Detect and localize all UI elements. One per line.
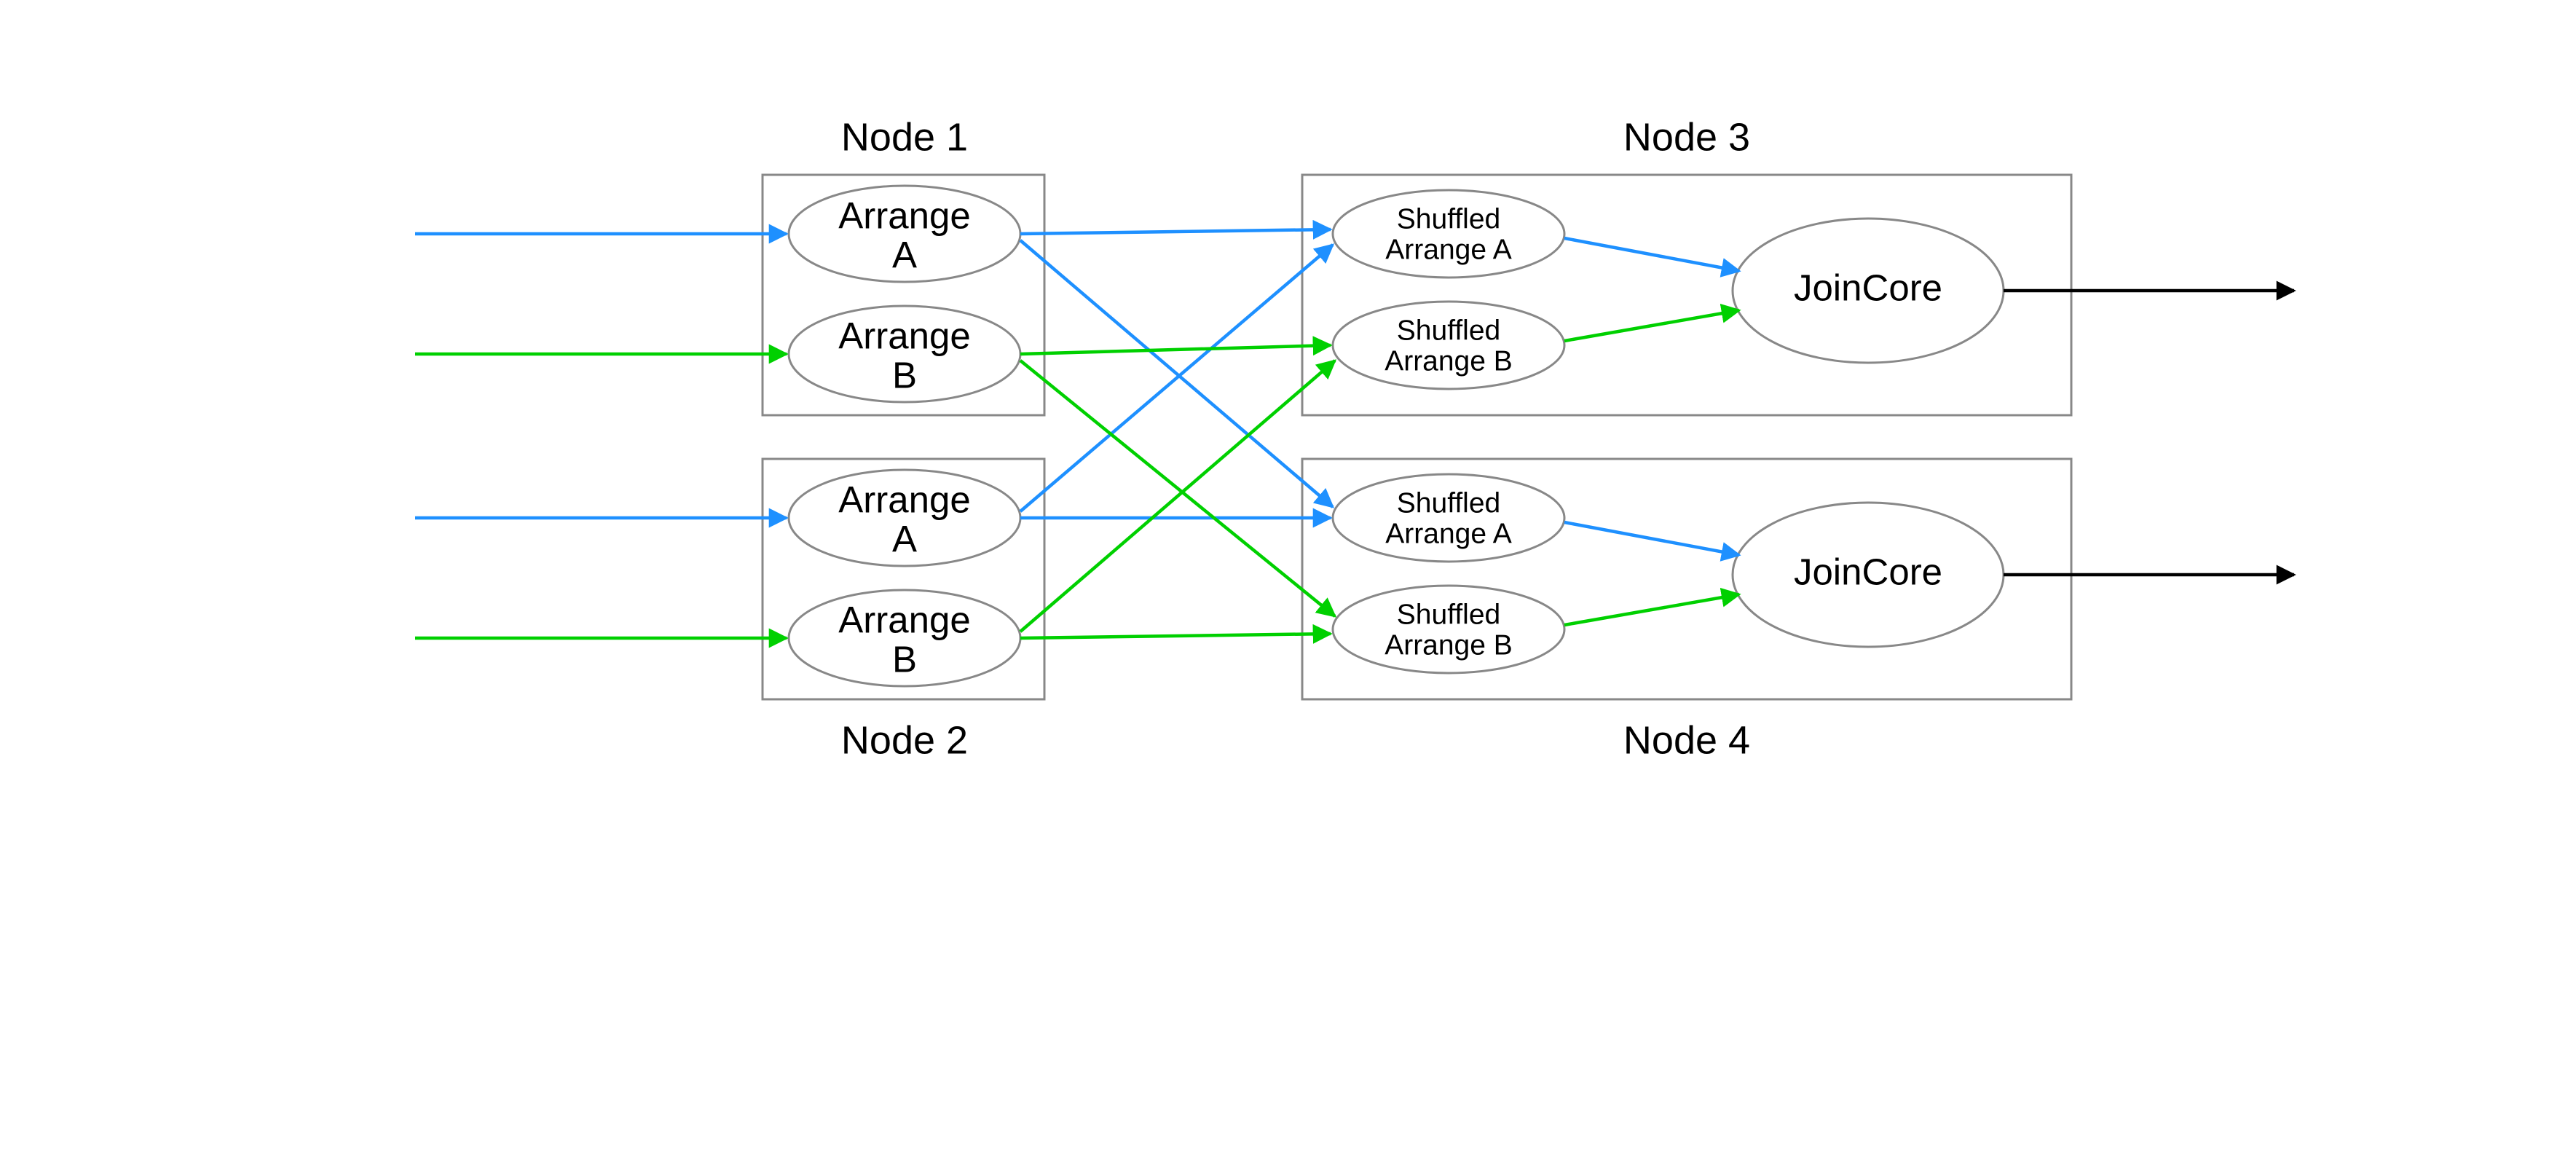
shuffle-b-n2-n3 xyxy=(1020,361,1335,632)
node-2: Node 2 Arrange A Arrange B xyxy=(763,459,1044,762)
sb-to-join-n3 xyxy=(1564,310,1739,341)
shuffled-arrange-a-node3: Shuffled Arrange A xyxy=(1333,190,1564,278)
svg-text:Shuffled: Shuffled xyxy=(1397,487,1500,519)
node-2-title: Node 2 xyxy=(841,718,968,762)
joincore-label-4: JoinCore xyxy=(1794,551,1942,592)
sa-to-join-n3 xyxy=(1564,238,1739,271)
arrange-b-node2: Arrange B xyxy=(789,590,1020,686)
joincore-label-3: JoinCore xyxy=(1794,267,1942,308)
svg-text:Arrange B: Arrange B xyxy=(1384,345,1513,377)
arrange-a-label-1: Arrange xyxy=(838,194,970,236)
sa-to-join-n4 xyxy=(1564,522,1739,555)
shuffle-b-n1-n4 xyxy=(1020,361,1335,616)
svg-text:Arrange: Arrange xyxy=(838,599,970,640)
shuffle-a-n1-n4 xyxy=(1020,240,1333,507)
shuffled-arrange-b-node3: Shuffled Arrange B xyxy=(1333,302,1564,389)
svg-text:Arrange: Arrange xyxy=(838,479,970,520)
shuffle-b-n1-n3 xyxy=(1020,345,1331,354)
arrange-a-node1: Arrange A xyxy=(789,186,1020,282)
shuffle-b-n2-n4 xyxy=(1020,634,1331,638)
arrange-a-label-2: A xyxy=(892,234,917,275)
svg-text:Arrange A: Arrange A xyxy=(1385,234,1511,265)
svg-text:Arrange A: Arrange A xyxy=(1385,518,1511,549)
arrange-b-node1: Arrange B xyxy=(789,306,1020,402)
arrange-a-node2: Arrange A xyxy=(789,470,1020,566)
svg-text:Shuffled: Shuffled xyxy=(1397,599,1500,630)
sb-to-join-n4 xyxy=(1564,594,1739,625)
joincore-node3: JoinCore xyxy=(1733,219,2004,363)
arrange-b-label-2: B xyxy=(892,354,917,396)
svg-text:B: B xyxy=(892,638,917,680)
node-4-title: Node 4 xyxy=(1623,718,1750,762)
node-1: Node 1 Arrange A Arrange B xyxy=(763,115,1044,415)
diagram-canvas: Node 1 Arrange A Arrange B Node 2 Arrang… xyxy=(0,0,2576,1156)
node-1-title: Node 1 xyxy=(841,115,968,159)
node-3-title: Node 3 xyxy=(1623,115,1750,159)
shuffled-arrange-a-node4: Shuffled Arrange A xyxy=(1333,474,1564,562)
svg-text:Shuffled: Shuffled xyxy=(1397,203,1500,235)
joincore-node4: JoinCore xyxy=(1733,503,2004,647)
node-3: Node 3 Shuffled Arrange A Shuffled Arran… xyxy=(1302,115,2071,415)
svg-text:Arrange B: Arrange B xyxy=(1384,629,1513,661)
node-4: Node 4 Shuffled Arrange A Shuffled Arran… xyxy=(1302,459,2071,762)
svg-text:Shuffled: Shuffled xyxy=(1397,315,1500,346)
shuffle-a-n2-n3 xyxy=(1020,245,1333,511)
arrange-b-label-1: Arrange xyxy=(838,315,970,356)
shuffle-a-n1-n3 xyxy=(1020,229,1331,234)
shuffled-arrange-b-node4: Shuffled Arrange B xyxy=(1333,586,1564,673)
svg-text:A: A xyxy=(892,518,917,559)
